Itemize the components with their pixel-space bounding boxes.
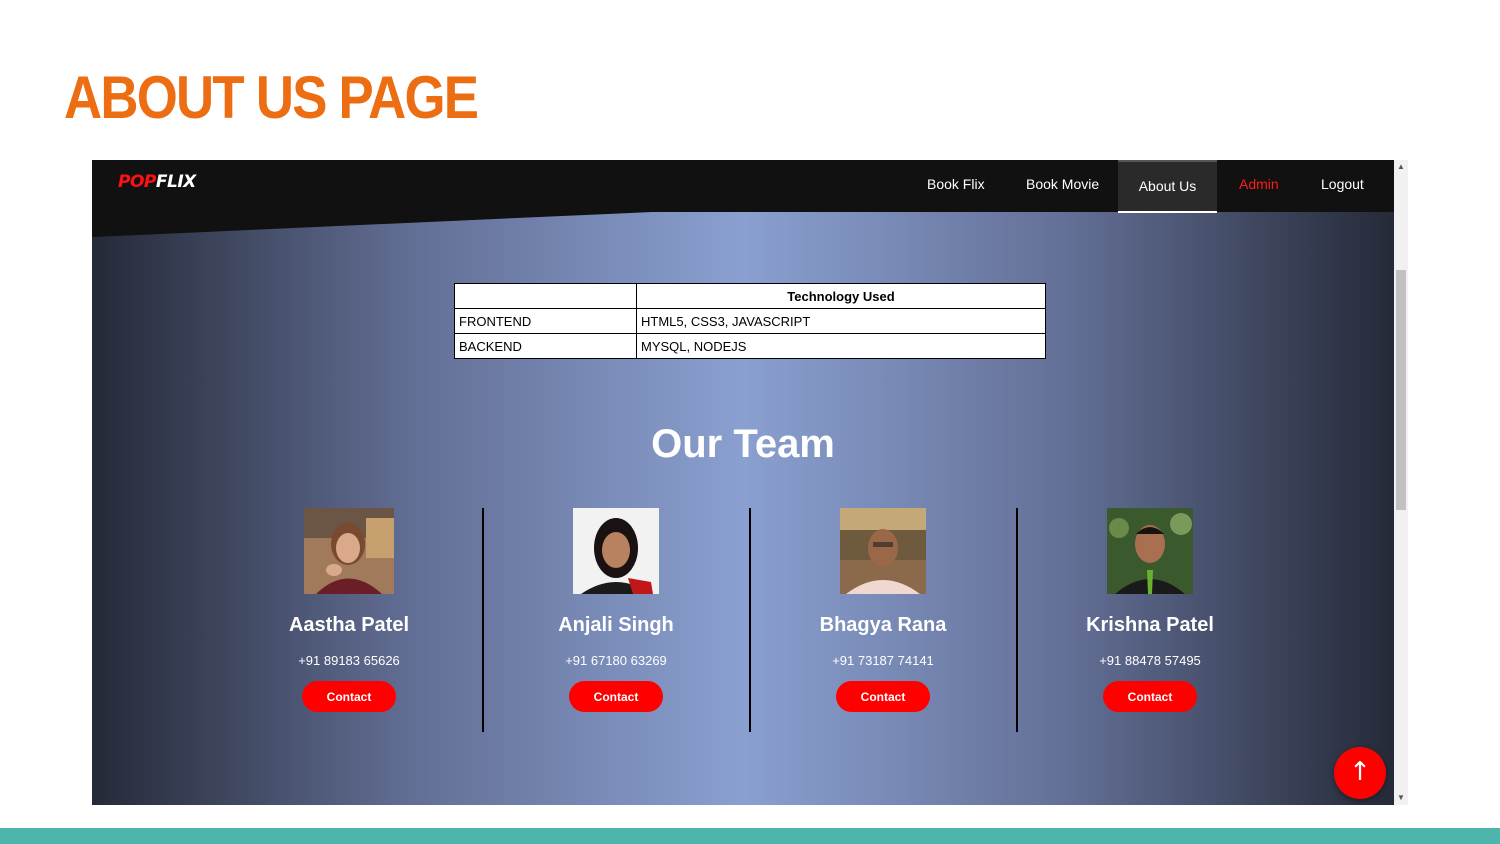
member-phone: +91 73187 74141: [832, 653, 934, 668]
scroll-up-icon[interactable]: ▲: [1394, 160, 1408, 174]
team-member-card: Anjali Singh +91 67180 63269 Contact: [516, 508, 716, 712]
table-header-cell: [454, 283, 637, 309]
contact-button[interactable]: Contact: [569, 681, 663, 712]
popflix-about-page: POPFLIX Book Flix Book Movie About Us Ad…: [92, 160, 1394, 805]
scroll-to-top-button[interactable]: ↑: [1334, 747, 1386, 799]
team-heading: Our Team: [651, 422, 835, 466]
member-photo: [840, 508, 926, 594]
contact-button[interactable]: Contact: [302, 681, 396, 712]
table-header-row: Technology Used: [454, 283, 1046, 309]
browser-viewport: POPFLIX Book Flix Book Movie About Us Ad…: [92, 160, 1408, 805]
team-member-card: Krishna Patel +91 88478 57495 Contact: [1050, 508, 1250, 712]
table-row: BACKEND MYSQL, NODEJS: [454, 333, 1046, 359]
table-cell: HTML5, CSS3, JAVASCRIPT: [636, 308, 1046, 334]
vertical-scrollbar[interactable]: ▲ ▼: [1394, 160, 1408, 805]
member-photo: [573, 508, 659, 594]
member-name: Aastha Patel: [288, 614, 410, 636]
arrow-up-icon: ↑: [1349, 757, 1371, 787]
nav-book-movie[interactable]: Book Movie: [1026, 160, 1099, 210]
technology-table: Technology Used FRONTEND HTML5, CSS3, JA…: [454, 283, 1046, 359]
table-cell: BACKEND: [454, 333, 637, 359]
slide-title: ABOUT US PAGE: [64, 64, 479, 131]
table-cell: MYSQL, NODEJS: [636, 333, 1046, 359]
nav-logout[interactable]: Logout: [1321, 160, 1364, 210]
nav-book-flix[interactable]: Book Flix: [927, 160, 985, 210]
slide-footer-bar: [0, 828, 1500, 844]
scrollbar-thumb[interactable]: [1396, 270, 1406, 510]
contact-button[interactable]: Contact: [1103, 681, 1197, 712]
team-member-card: Aastha Patel +91 89183 65626 Contact: [249, 508, 449, 712]
popflix-logo[interactable]: POPFLIX: [118, 172, 196, 192]
table-row: FRONTEND HTML5, CSS3, JAVASCRIPT: [454, 308, 1046, 334]
member-divider: [749, 508, 751, 732]
member-divider: [482, 508, 484, 732]
nav-about-us[interactable]: About Us: [1118, 160, 1217, 213]
member-name: Anjali Singh: [558, 614, 674, 636]
scroll-down-icon[interactable]: ▼: [1394, 791, 1408, 805]
member-phone: +91 89183 65626: [298, 653, 400, 668]
member-phone: +91 88478 57495: [1099, 653, 1201, 668]
table-header-cell: Technology Used: [636, 283, 1046, 309]
member-name: Krishna Patel: [1086, 614, 1214, 636]
logo-pop: POP: [118, 172, 156, 192]
member-phone: +91 67180 63269: [565, 653, 667, 668]
member-photo: [304, 508, 394, 594]
nav-admin[interactable]: Admin: [1239, 160, 1279, 210]
member-photo: [1107, 508, 1193, 594]
team-member-card: Bhagya Rana +91 73187 74141 Contact: [783, 508, 983, 712]
table-cell: FRONTEND: [454, 308, 637, 334]
logo-flix: FLIX: [155, 172, 196, 192]
contact-button[interactable]: Contact: [836, 681, 930, 712]
member-divider: [1016, 508, 1018, 732]
member-name: Bhagya Rana: [819, 614, 947, 636]
